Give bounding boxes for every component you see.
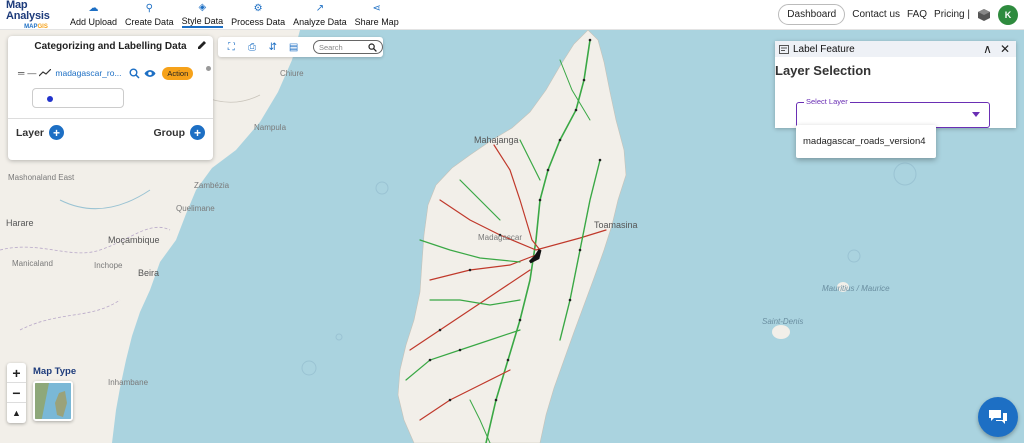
action-button[interactable]: Action — [162, 66, 194, 80]
brand-sub: MAPGIS — [24, 23, 48, 30]
pricing-link[interactable]: Pricing | — [934, 9, 970, 20]
nav-analyze-data[interactable]: ↗ Analyze Data — [289, 0, 351, 30]
label-icon — [779, 44, 789, 54]
map-type-preview — [35, 383, 71, 419]
map-label-nampula: Nampula — [254, 123, 287, 132]
legend-dot-symbol — [47, 96, 53, 102]
chat-button[interactable] — [978, 397, 1018, 437]
compass-icon[interactable]: ▲ — [7, 403, 26, 423]
layer-row[interactable]: ═ — madagascar_ro... Action — [8, 62, 213, 84]
close-icon[interactable]: ✕ — [1000, 42, 1010, 56]
search-icon[interactable] — [368, 42, 377, 52]
zoom-out-button[interactable]: − — [7, 383, 26, 403]
map-label-mahajanga: Mahajanga — [474, 135, 519, 145]
map-label-inhope: Inchope — [94, 261, 123, 270]
map-type-thumbnail[interactable] — [33, 381, 73, 421]
map-label-mocambique: Moçambique — [108, 235, 160, 245]
map-label-toamasina: Toamasina — [594, 220, 638, 230]
brand-title: Map Analysis — [6, 0, 50, 22]
measure-icon[interactable]: ⇵ — [263, 39, 282, 55]
cube-icon[interactable] — [977, 8, 991, 22]
faq-link[interactable]: FAQ — [907, 9, 927, 20]
layer-label: Layer — [16, 126, 45, 139]
map-label-saint-denis: Saint-Denis — [762, 317, 803, 326]
cloud-upload-icon: ☁ — [88, 2, 99, 14]
map-pin-icon: ⚲ — [145, 2, 153, 14]
map-label-manicaland: Manicaland — [12, 259, 53, 268]
add-group-control[interactable]: Group + — [153, 125, 205, 140]
search-input[interactable]: Search — [312, 40, 384, 54]
process-icon: ⚙ — [253, 2, 263, 14]
brand-logo[interactable]: Map Analysis MAPGIS — [0, 0, 66, 30]
nav-create-data[interactable]: ⚲ Create Data — [121, 0, 178, 30]
layer-name[interactable]: madagascar_ro... — [55, 68, 125, 78]
layer-panel-header: Categorizing and Labelling Data — [8, 36, 213, 56]
eye-icon[interactable] — [144, 69, 156, 78]
map-label-quelimane: Quelimane — [176, 204, 215, 213]
map-label-inhambane: Inhambane — [108, 378, 149, 387]
zoom-controls: + − ▲ — [7, 363, 26, 423]
pencil-icon[interactable] — [197, 40, 207, 50]
dash-icon: — — [27, 68, 36, 78]
top-navbar: Map Analysis MAPGIS ☁ Add Upload ⚲ Creat… — [0, 0, 1024, 30]
chevron-down-icon[interactable] — [972, 112, 980, 117]
map-toolbar: ⛶ ⎙ ⇵ ▤ Search — [218, 37, 384, 57]
paint-bucket-icon: ◈ — [198, 1, 207, 13]
label-feature-title: Label Feature — [793, 43, 855, 55]
add-layer-button[interactable]: + — [49, 125, 65, 140]
label-feature-header: Label Feature ∧ ✕ — [775, 41, 1016, 57]
layer-panel-title: Categorizing and Labelling Data — [34, 40, 187, 52]
nav-style-data[interactable]: ◈ Style Data — [178, 0, 228, 30]
nav-add-upload[interactable]: ☁ Add Upload — [66, 0, 121, 30]
chat-icon — [989, 410, 1007, 424]
print-icon[interactable]: ⎙ — [243, 39, 262, 55]
add-layer-control[interactable]: Layer + — [16, 125, 65, 140]
zoom-to-layer-icon[interactable] — [129, 68, 140, 79]
map-label-mashonaland: Mashonaland East — [8, 173, 75, 182]
top-right-controls: Dashboard Contact us FAQ Pricing | K — [778, 4, 1018, 25]
layer-selection-heading: Layer Selection — [775, 63, 872, 78]
add-group-button[interactable]: + — [190, 125, 205, 140]
select-layer-label: Select Layer — [804, 97, 850, 106]
map-label-harare: Harare — [6, 218, 34, 228]
map-label-chiure: Chiure — [280, 69, 304, 78]
map-type-label: Map Type — [33, 366, 77, 377]
analyze-icon: ↗ — [315, 2, 325, 14]
group-label: Group — [153, 126, 186, 139]
layer-panel-footer: Layer + Group + — [8, 119, 213, 140]
collapse-icon[interactable]: ∧ — [983, 42, 992, 56]
drag-handle-icon[interactable]: ═ — [18, 68, 24, 78]
share-icon: ⋖ — [372, 2, 381, 14]
zoom-in-button[interactable]: + — [7, 363, 26, 383]
map-label-zambezia: Zambézia — [194, 181, 230, 190]
map-label-beira: Beira — [138, 268, 159, 278]
comment-icon[interactable]: ▤ — [284, 39, 303, 55]
map-label-mauritius: Mauritius / Maurice — [822, 284, 890, 293]
dashboard-button[interactable]: Dashboard — [778, 4, 846, 25]
search-placeholder: Search — [318, 42, 343, 52]
nav-share-map[interactable]: ⋖ Share Map — [351, 0, 403, 30]
layer-dropdown-menu: madagascar_roads_version4 — [796, 125, 936, 158]
panel-controls: ∧ ✕ — [983, 42, 1010, 56]
layer-panel: Categorizing and Labelling Data ═ — mada… — [8, 36, 213, 160]
status-dot — [206, 66, 211, 71]
contact-link[interactable]: Contact us — [852, 9, 900, 20]
avatar[interactable]: K — [998, 4, 1018, 25]
nav-process-data[interactable]: ⚙ Process Data — [227, 0, 289, 30]
dropdown-option[interactable]: madagascar_roads_version4 — [803, 136, 926, 147]
fullscreen-icon[interactable]: ⛶ — [222, 39, 241, 55]
layer-legend[interactable] — [32, 88, 124, 108]
line-layer-icon — [39, 69, 52, 77]
map-label-madagascar: Madagascar — [478, 233, 522, 242]
